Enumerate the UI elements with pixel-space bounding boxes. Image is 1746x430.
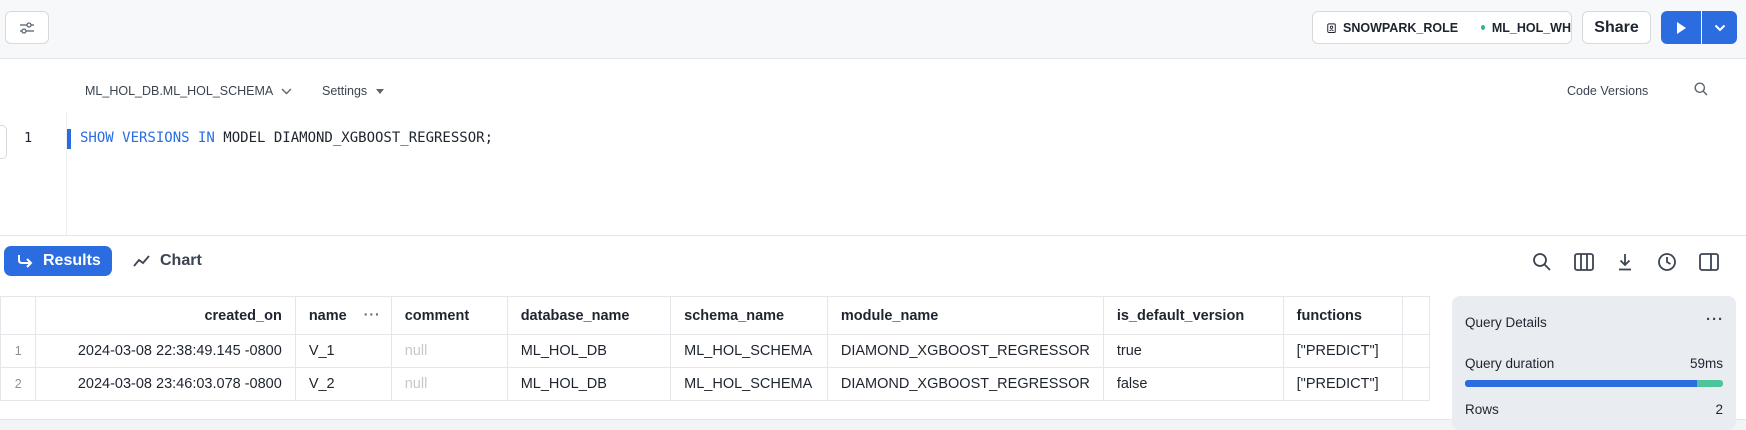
results-search-button[interactable] [1530, 250, 1554, 274]
cell-database-name[interactable]: ML_HOL_DB [506, 334, 672, 368]
column-header-name[interactable]: name ··· [294, 296, 392, 335]
search-icon [1694, 82, 1708, 96]
cell-name[interactable]: V_1 [294, 334, 392, 368]
role-label: SNOWPARK_ROLE [1343, 20, 1459, 35]
row-index: 1 [0, 334, 37, 368]
sql-code-line[interactable]: SHOW VERSIONS IN MODEL DIAMOND_XGBOOST_R… [80, 130, 493, 146]
cell-schema-name[interactable]: ML_HOL_SCHEMA [670, 367, 828, 401]
query-history-button[interactable] [1655, 250, 1679, 274]
column-header-comment[interactable]: comment [390, 296, 508, 335]
tab-results-label: Results [43, 252, 101, 269]
clock-icon [1658, 253, 1676, 271]
cell-is-default-version[interactable]: false [1102, 367, 1284, 401]
share-button[interactable]: Share [1582, 11, 1651, 44]
cell-database-name[interactable]: ML_HOL_DB [506, 367, 672, 401]
run-options-button[interactable] [1702, 11, 1737, 44]
rows-value: 2 [1715, 402, 1723, 417]
cell-created-on[interactable]: 2024-03-08 23:46:03.078 -0800 [35, 367, 296, 401]
column-header-module-name[interactable]: module_name [826, 296, 1104, 335]
cell-comment[interactable]: null [390, 367, 508, 401]
rows-count-row: Rows 2 [1465, 402, 1723, 417]
sliders-icon [20, 21, 34, 34]
column-header-created-on[interactable]: created_on [35, 296, 296, 335]
row-index: 2 [0, 367, 37, 401]
context-selector[interactable]: SNOWPARK_ROLE ML_HOL_WH [1312, 11, 1572, 44]
line-chart-icon [133, 255, 150, 267]
toggle-details-panel-button[interactable] [1697, 250, 1721, 274]
columns-button[interactable] [1572, 250, 1596, 274]
tab-chart[interactable]: Chart [133, 246, 202, 276]
schema-selector[interactable]: ML_HOL_DB.ML_HOL_SCHEMA [85, 84, 292, 98]
line-number: 1 [24, 130, 33, 146]
tab-chart-label: Chart [160, 252, 202, 269]
results-table: created_on name ··· comment database_name… [0, 296, 1430, 411]
cell-schema-name[interactable]: ML_HOL_SCHEMA [670, 334, 828, 368]
column-header-database-name[interactable]: database_name [506, 296, 672, 335]
settings-dropdown[interactable]: Settings [322, 84, 385, 98]
sql-keyword: SHOW VERSIONS IN [80, 130, 215, 146]
cell-overflow [1401, 367, 1430, 401]
cell-overflow [1401, 334, 1430, 368]
cell-functions[interactable]: ["PREDICT"] [1282, 367, 1403, 401]
side-panel-icon [1699, 253, 1719, 271]
warehouse-status-dot [1481, 25, 1485, 30]
query-duration-bar-fill [1465, 380, 1698, 387]
cell-functions[interactable]: ["PREDICT"] [1282, 334, 1403, 368]
schema-label: ML_HOL_DB.ML_HOL_SCHEMA [85, 84, 274, 98]
table-row[interactable]: 1 2024-03-08 22:38:49.145 -0800 V_1 null… [0, 334, 1430, 368]
download-icon [1619, 254, 1631, 271]
warehouse-label: ML_HOL_WH [1491, 20, 1571, 35]
sql-statement-rest: MODEL DIAMOND_XGBOOST_REGRESSOR; [214, 130, 494, 146]
role-badge-icon [1327, 22, 1336, 33]
cell-comment[interactable]: null [390, 334, 508, 368]
row-index-header [0, 296, 37, 335]
cell-module-name[interactable]: DIAMOND_XGBOOST_REGRESSOR [826, 334, 1104, 368]
column-header-overflow [1401, 296, 1430, 335]
rows-label: Rows [1465, 402, 1499, 417]
column-header-name-label: name [308, 307, 347, 324]
return-arrow-icon [18, 255, 33, 268]
tab-results[interactable]: Results [4, 246, 112, 276]
column-header-schema-name[interactable]: schema_name [670, 296, 828, 335]
cell-name[interactable]: V_2 [294, 367, 392, 401]
settings-label: Settings [322, 84, 368, 98]
column-menu-icon[interactable]: ··· [364, 306, 381, 322]
query-duration-bar [1465, 380, 1723, 387]
gutter-expand-handle[interactable] [0, 125, 7, 159]
cell-created-on[interactable]: 2024-03-08 22:38:49.145 -0800 [35, 334, 296, 368]
cell-module-name[interactable]: DIAMOND_XGBOOST_REGRESSOR [826, 367, 1104, 401]
column-header-functions[interactable]: functions [1282, 296, 1403, 335]
search-icon [1533, 253, 1551, 271]
query-duration-value: 59ms [1689, 356, 1723, 371]
chevron-down-icon [281, 88, 292, 94]
active-line-indicator [67, 129, 71, 149]
columns-icon [1574, 253, 1594, 271]
column-header-is-default-version[interactable]: is_default_version [1102, 296, 1284, 335]
run-button[interactable] [1661, 11, 1701, 44]
download-button[interactable] [1613, 250, 1637, 274]
filter-settings-button[interactable] [5, 11, 49, 44]
query-duration-row: Query duration 59ms [1465, 356, 1723, 371]
editor-divider[interactable] [0, 235, 1746, 236]
caret-down-icon [376, 88, 385, 94]
chevron-down-icon [1714, 24, 1725, 31]
table-header-row: created_on name ··· comment database_name… [0, 296, 1430, 335]
query-duration-label: Query duration [1465, 356, 1555, 371]
editor-search-button[interactable] [1694, 82, 1708, 101]
code-versions-button[interactable]: Code Versions [1567, 84, 1648, 98]
play-icon [1677, 21, 1686, 34]
query-details-panel: Query Details ··· Query duration 59ms Ro… [1452, 296, 1736, 430]
top-bar: SNOWPARK_ROLE ML_HOL_WH Share [0, 0, 1746, 59]
more-options-icon[interactable]: ··· [1706, 311, 1724, 328]
cell-is-default-version[interactable]: true [1102, 334, 1284, 368]
table-row[interactable]: 2 2024-03-08 23:46:03.078 -0800 V_2 null… [0, 367, 1430, 401]
query-details-title: Query Details [1465, 315, 1547, 330]
